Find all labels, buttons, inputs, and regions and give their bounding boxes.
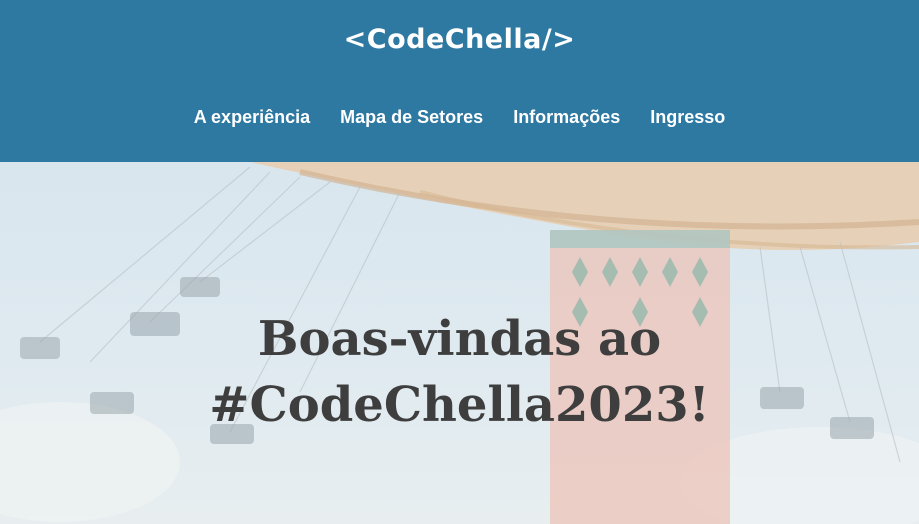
site-logo[interactable]: <CodeChella/> (0, 24, 919, 55)
nav-link-ingresso[interactable]: Ingresso (650, 107, 725, 128)
nav-link-informacoes[interactable]: Informações (513, 107, 620, 128)
hero-title: Boas-vindas ao #CodeChella2023! (209, 311, 710, 434)
main-nav: A experiência Mapa de Setores Informaçõe… (0, 107, 919, 128)
hero-banner: Boas-vindas ao #CodeChella2023! (0, 162, 919, 524)
nav-link-mapa-setores[interactable]: Mapa de Setores (340, 107, 483, 128)
nav-link-experiencia[interactable]: A experiência (194, 107, 310, 128)
site-header: <CodeChella/> A experiência Mapa de Seto… (0, 0, 919, 162)
